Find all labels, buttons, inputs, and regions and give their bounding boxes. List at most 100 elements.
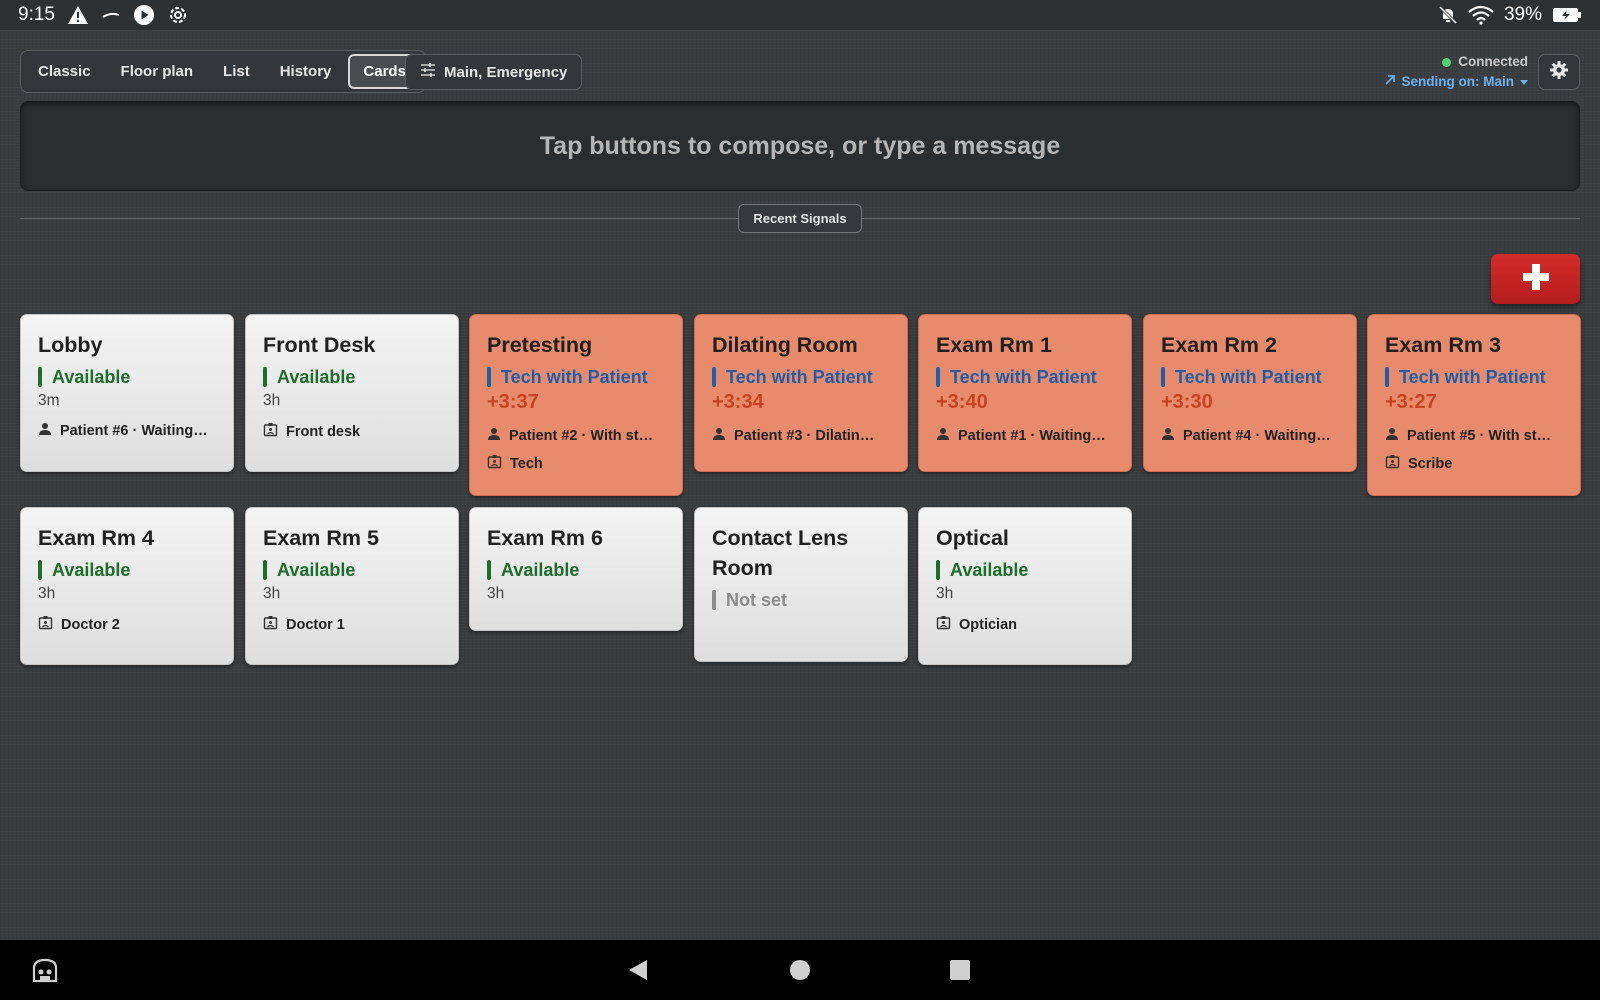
room-card-contact-lens-room[interactable]: Contact Lens Room Not set bbox=[694, 507, 908, 662]
sliders-icon bbox=[420, 63, 436, 81]
connection-label: Connected bbox=[1458, 54, 1528, 69]
settings-gear-icon bbox=[167, 4, 189, 26]
person-icon bbox=[936, 427, 950, 445]
room-timer: +3:34 bbox=[712, 391, 764, 413]
room-status-label: Not set bbox=[726, 589, 788, 610]
room-detail-line: Scribe bbox=[1385, 454, 1563, 473]
tab-floor-plan[interactable]: Floor plan bbox=[108, 54, 207, 89]
sending-channel-selector[interactable]: Sending on: Main bbox=[1384, 72, 1528, 92]
emergency-add-button[interactable] bbox=[1491, 254, 1580, 304]
message-input[interactable] bbox=[21, 102, 1579, 190]
connected-dot-icon bbox=[1442, 57, 1452, 67]
badge-icon bbox=[1385, 454, 1400, 473]
room-card-exam-rm-2[interactable]: Exam Rm 2 Tech with Patient +3:30 Patient #… bbox=[1143, 314, 1357, 472]
bell-off-icon bbox=[1438, 5, 1458, 25]
home-icon[interactable] bbox=[787, 957, 813, 983]
status-bar-marker bbox=[712, 590, 716, 610]
person-icon bbox=[1385, 427, 1399, 445]
room-detail-text: Tech bbox=[510, 455, 543, 472]
room-card-dilating-room[interactable]: Dilating Room Tech with Patient +3:34 Patie… bbox=[694, 314, 908, 472]
room-card-exam-rm-3[interactable]: Exam Rm 3 Tech with Patient +3:27 Patient #… bbox=[1367, 314, 1581, 496]
room-status: Available bbox=[263, 365, 441, 389]
room-status-label: Available bbox=[501, 559, 580, 580]
room-detail-line: Doctor 1 bbox=[263, 615, 441, 634]
wifi-icon bbox=[1468, 5, 1494, 25]
room-elapsed: 3m bbox=[38, 392, 60, 409]
status-bar-marker bbox=[936, 367, 940, 387]
room-name: Exam Rm 2 bbox=[1161, 333, 1277, 357]
room-status-label: Tech with Patient bbox=[501, 366, 648, 387]
room-status: Tech with Patient bbox=[1385, 365, 1563, 389]
room-detail-line: Front desk bbox=[263, 422, 441, 441]
room-detail-text: Doctor 1 bbox=[286, 616, 345, 633]
room-name: Exam Rm 3 bbox=[1385, 333, 1501, 357]
room-card-exam-rm-6[interactable]: Exam Rm 6 Available 3h bbox=[469, 507, 683, 631]
status-bar-marker bbox=[263, 367, 267, 387]
room-status: Available bbox=[936, 558, 1114, 582]
room-detail-line: Patient #6 · Waiting… bbox=[38, 422, 216, 440]
tab-classic[interactable]: Classic bbox=[25, 54, 104, 89]
room-timer: +3:30 bbox=[1161, 391, 1213, 413]
plus-icon bbox=[1521, 262, 1551, 297]
room-status-label: Tech with Patient bbox=[1175, 366, 1322, 387]
room-card-lobby[interactable]: Lobby Available 3m Patient #6 · Waiting… bbox=[20, 314, 234, 472]
room-card-exam-rm-1[interactable]: Exam Rm 1 Tech with Patient +3:40 Patient #… bbox=[918, 314, 1132, 472]
badge-icon bbox=[487, 454, 502, 473]
arrow-up-right-icon bbox=[1384, 72, 1396, 92]
person-icon bbox=[712, 427, 726, 445]
room-name: Contact Lens Room bbox=[712, 526, 849, 580]
room-card-exam-rm-5[interactable]: Exam Rm 5 Available 3h Doctor 1 bbox=[245, 507, 459, 665]
room-status: Available bbox=[263, 558, 441, 582]
room-card-exam-rm-4[interactable]: Exam Rm 4 Available 3h Doctor 2 bbox=[20, 507, 234, 665]
warning-icon bbox=[67, 5, 89, 25]
room-timer: +3:27 bbox=[1385, 391, 1437, 413]
room-name: Exam Rm 4 bbox=[38, 526, 154, 550]
badge-icon bbox=[38, 615, 53, 634]
room-card-pretesting[interactable]: Pretesting Tech with Patient +3:37 Patient … bbox=[469, 314, 683, 496]
room-status-label: Available bbox=[950, 559, 1029, 580]
room-status: Available bbox=[38, 558, 216, 582]
room-status: Available bbox=[487, 558, 665, 582]
room-detail-line: Doctor 2 bbox=[38, 615, 216, 634]
channel-filter-button[interactable]: Main, Emergency bbox=[405, 54, 583, 90]
view-tabs: Classic Floor plan List History Cards bbox=[20, 50, 426, 93]
badge-icon bbox=[936, 615, 951, 634]
room-detail-text: Patient #3 · Dilatin… bbox=[734, 428, 875, 444]
room-status: Tech with Patient bbox=[936, 365, 1114, 389]
room-status-label: Available bbox=[277, 366, 356, 387]
caret-down-icon bbox=[1520, 72, 1528, 92]
room-detail-line: Patient #5 · With st… bbox=[1385, 427, 1563, 445]
room-status-label: Tech with Patient bbox=[1399, 366, 1546, 387]
recent-signals-button[interactable]: Recent Signals bbox=[738, 204, 862, 233]
room-status-label: Available bbox=[277, 559, 356, 580]
room-detail-text: Patient #2 · With st… bbox=[509, 428, 654, 444]
room-card-front-desk[interactable]: Front Desk Available 3h Front desk bbox=[245, 314, 459, 472]
room-name: Exam Rm 6 bbox=[487, 526, 603, 550]
room-name: Exam Rm 5 bbox=[263, 526, 379, 550]
room-card-optical[interactable]: Optical Available 3h Optician bbox=[918, 507, 1132, 665]
tab-history[interactable]: History bbox=[267, 54, 345, 89]
room-status: Tech with Patient bbox=[487, 365, 665, 389]
status-bar-marker bbox=[712, 367, 716, 387]
status-bar-marker bbox=[1385, 367, 1389, 387]
status-bar-marker bbox=[1161, 367, 1165, 387]
room-elapsed: 3h bbox=[38, 585, 56, 602]
connection-status: Connected Sending on: Main bbox=[1384, 52, 1528, 92]
message-composer bbox=[20, 101, 1580, 191]
room-detail-text: Patient #6 · Waiting… bbox=[60, 423, 208, 439]
room-detail-line: Optician bbox=[936, 615, 1114, 634]
recents-icon[interactable] bbox=[947, 957, 973, 983]
back-icon[interactable] bbox=[625, 957, 651, 983]
person-icon bbox=[487, 427, 501, 445]
battery-percent: 39% bbox=[1503, 4, 1542, 25]
app-launcher-icon[interactable] bbox=[30, 955, 60, 985]
channel-filter-label: Main, Emergency bbox=[444, 63, 568, 81]
room-detail-text: Doctor 2 bbox=[61, 616, 120, 633]
person-icon bbox=[1161, 427, 1175, 445]
room-name: Optical bbox=[936, 526, 1009, 550]
tab-list[interactable]: List bbox=[210, 54, 263, 89]
room-status-label: Tech with Patient bbox=[726, 366, 873, 387]
room-status-label: Available bbox=[52, 366, 131, 387]
room-name: Lobby bbox=[38, 333, 103, 357]
settings-button[interactable] bbox=[1538, 54, 1580, 90]
